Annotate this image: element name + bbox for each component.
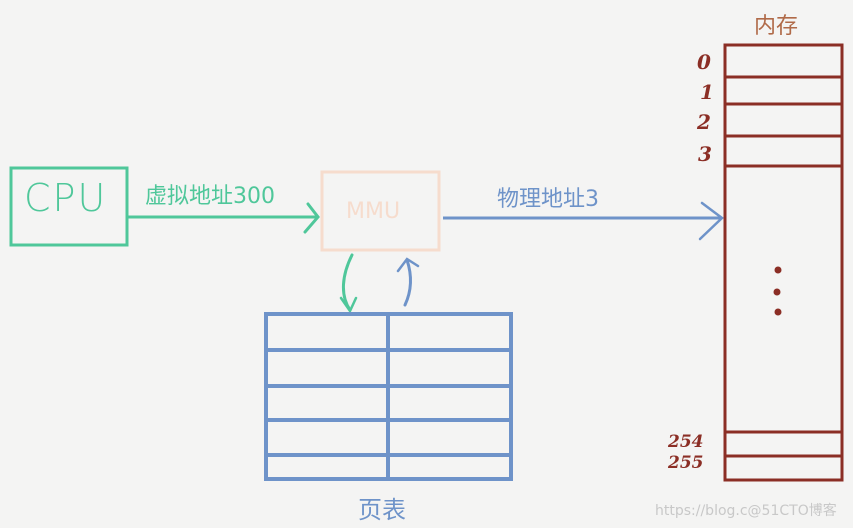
memory-ellipsis-dot [774,308,782,316]
page-table [264,312,513,481]
diagram-canvas [9,43,844,482]
mmu-label: MMU [346,199,401,224]
memory-row-label-0: 0 [697,50,711,74]
cpu-label: CPU [24,176,108,220]
memory-row-label-2: 2 [697,110,711,134]
physical-address-arrowhead [698,201,724,241]
memory-title: 内存 [754,14,799,39]
memory-column [723,43,844,482]
page-table-title: 页表 [358,496,406,524]
memory-row-label-254: 254 [668,432,704,452]
watermark: https://blog.c@51CTO博客 [655,503,837,519]
memory-ellipsis-dot [774,266,782,274]
memory-row-label-3: 3 [698,142,712,166]
memory-row-label-255: 255 [668,453,704,473]
page-table-to-mmu-arrow [403,258,412,307]
physical-address-label: 物理地址3 [497,187,599,212]
virtual-address-label: 虚拟地址300 [145,184,275,209]
memory-row-label-1: 1 [700,80,714,104]
memory-ellipsis-dot [773,288,781,296]
